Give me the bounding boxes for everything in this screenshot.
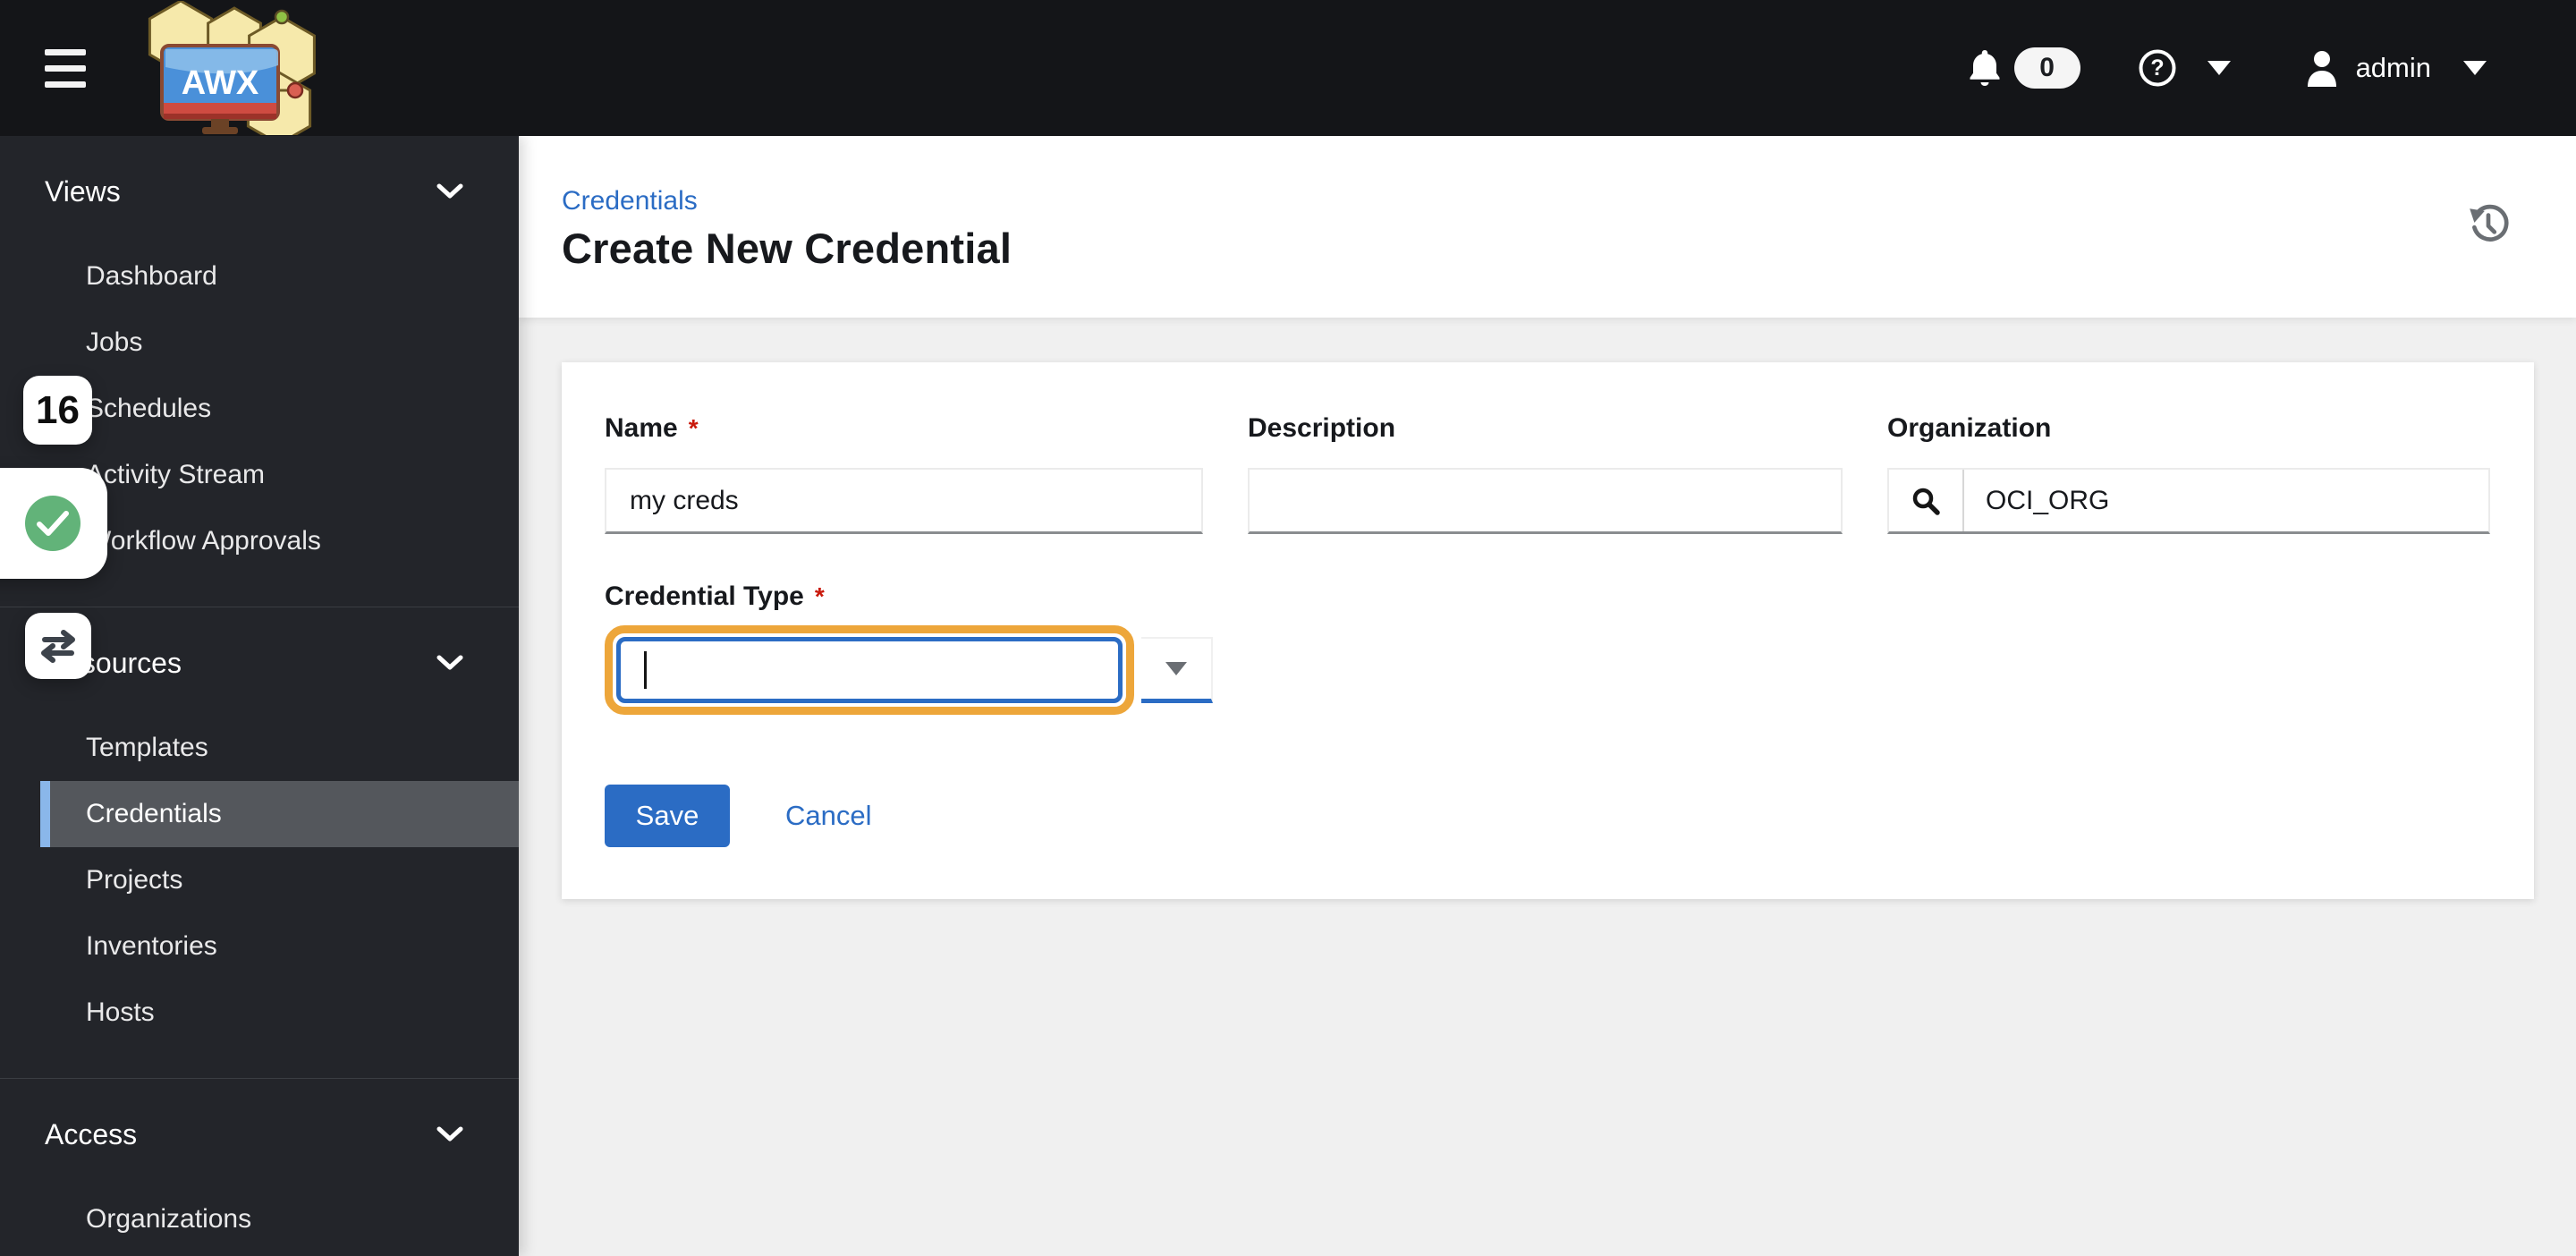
credential-type-dropdown-toggle[interactable] <box>1141 637 1213 703</box>
save-button[interactable]: Save <box>605 785 730 847</box>
focus-highlight-ring <box>605 625 1134 715</box>
app-root: AWX 0 ? admin Views Dashboard Jobs Sched… <box>0 0 2576 1256</box>
svg-text:?: ? <box>2150 55 2164 81</box>
sidebar-item-hosts[interactable]: Hosts <box>0 980 519 1046</box>
sidebar-item-templates[interactable]: Templates <box>0 715 519 781</box>
nav-group-label: Access <box>45 1117 138 1150</box>
search-icon <box>1912 488 1940 515</box>
history-icon[interactable] <box>2465 202 2512 249</box>
notification-count-badge: 0 <box>2013 47 2080 89</box>
sidebar-item-jobs[interactable]: Jobs <box>0 310 519 376</box>
hamburger-bar <box>45 81 86 88</box>
required-asterisk: * <box>688 414 699 442</box>
page-title: Create New Credential <box>562 225 1013 272</box>
required-asterisk: * <box>814 582 825 610</box>
name-input[interactable] <box>605 468 1203 534</box>
sidebar-item-projects[interactable]: Projects <box>0 847 519 913</box>
annotation-count-badge: 16 <box>23 376 92 445</box>
annotation-success-marker <box>0 468 107 579</box>
credential-type-label: Credential Type * <box>605 581 825 611</box>
checkmark-icon <box>25 496 80 551</box>
svg-text:AWX: AWX <box>182 64 259 102</box>
description-label: Description <box>1248 413 1396 443</box>
awx-logo[interactable]: AWX <box>134 1 322 135</box>
page-header: Credentials Create New Credential <box>519 136 2576 318</box>
name-label: Name * <box>605 413 699 443</box>
nav-section-access: Access Organizations <box>0 1078 519 1256</box>
organization-field: Organization <box>1887 405 2490 534</box>
nav-group-access[interactable]: Access <box>0 1118 519 1150</box>
nav-group-views[interactable]: Views <box>0 175 519 208</box>
sidebar-item-dashboard[interactable]: Dashboard <box>0 243 519 310</box>
credential-form-card: Name * Description Organization <box>562 362 2534 899</box>
dropdown-caret-icon <box>1165 662 1187 675</box>
form-actions: Save Cancel <box>605 785 2491 847</box>
organization-search-button[interactable] <box>1889 470 1964 531</box>
top-bar-actions: 0 ? admin <box>1968 47 2487 89</box>
text-cursor <box>644 651 647 689</box>
breadcrumb-credentials-link[interactable]: Credentials <box>562 186 698 216</box>
top-bar: AWX 0 ? admin <box>0 0 2576 136</box>
sidebar-item-inventories[interactable]: Inventories <box>0 913 519 980</box>
chevron-down-icon <box>436 183 463 199</box>
hamburger-bar <box>45 48 86 55</box>
bell-icon[interactable] <box>1968 48 2002 88</box>
description-input[interactable] <box>1248 468 1843 534</box>
swap-arrows-icon <box>41 630 75 663</box>
name-field: Name * <box>605 405 1203 534</box>
credential-type-field: Credential Type * <box>605 581 2491 715</box>
chevron-down-icon[interactable] <box>2207 61 2231 75</box>
nav-group-label: Views <box>45 174 121 208</box>
chevron-down-icon[interactable] <box>2463 61 2487 75</box>
organization-label: Organization <box>1887 413 2052 443</box>
hamburger-menu-icon[interactable] <box>45 48 86 88</box>
chevron-down-icon <box>436 655 463 670</box>
sidebar-item-credentials[interactable]: Credentials <box>40 781 519 847</box>
description-field: Description <box>1248 405 1843 534</box>
chevron-down-icon <box>436 1126 463 1141</box>
sidebar-nav: Views Dashboard Jobs Schedules Activity … <box>0 136 519 1256</box>
cancel-link[interactable]: Cancel <box>785 800 872 832</box>
hamburger-bar <box>45 64 86 72</box>
annotation-count-label: 16 <box>36 387 80 432</box>
username-label[interactable]: admin <box>2356 52 2431 84</box>
credential-type-input[interactable] <box>616 637 1123 703</box>
annotation-swap-marker <box>25 613 91 679</box>
help-icon[interactable]: ? <box>2138 48 2177 88</box>
sidebar-item-organizations[interactable]: Organizations <box>0 1186 519 1252</box>
user-icon[interactable] <box>2306 49 2338 87</box>
organization-input[interactable] <box>1964 470 2488 531</box>
